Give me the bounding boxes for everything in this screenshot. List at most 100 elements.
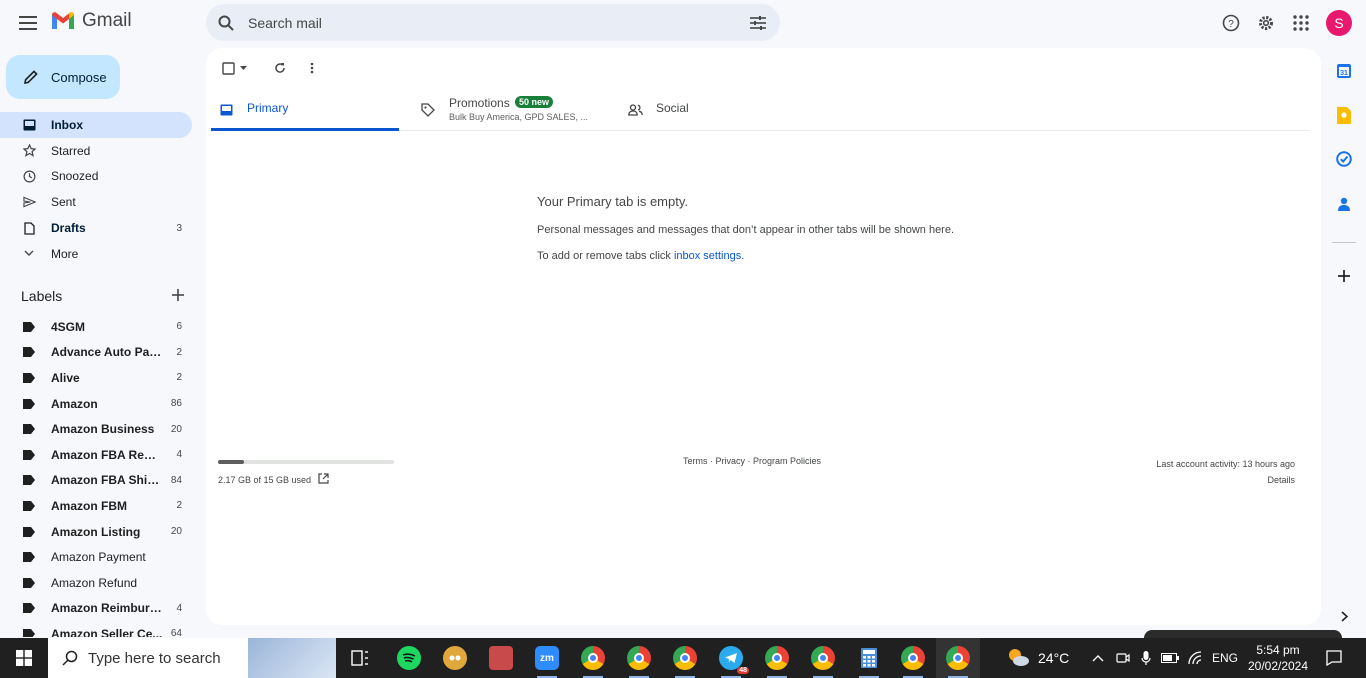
label-item[interactable]: Alive 2 xyxy=(0,365,192,391)
chrome-profile-m-icon[interactable] xyxy=(571,638,615,678)
compose-label: Compose xyxy=(51,69,107,85)
external-link-icon[interactable] xyxy=(318,473,329,486)
inbox-icon xyxy=(218,102,234,118)
tab-social[interactable]: Social xyxy=(624,92,814,131)
label-item[interactable]: Amazon Reimburs... 4 xyxy=(0,596,192,622)
nav-snoozed[interactable]: Snoozed xyxy=(0,164,192,190)
notification-center-icon[interactable] xyxy=(1322,638,1346,678)
nav-label: Sent xyxy=(51,195,76,210)
tab-promotions[interactable]: Promotions 50 new Bulk Buy America, GPD … xyxy=(417,92,607,131)
settings-gear-icon[interactable] xyxy=(1254,11,1278,35)
label-item[interactable]: Amazon Business 20 xyxy=(0,416,192,442)
show-hidden-icons-chevron-icon[interactable] xyxy=(1088,638,1108,678)
inbox-settings-link[interactable]: inbox settings xyxy=(674,250,741,262)
app-snipping-icon[interactable] xyxy=(479,638,523,678)
nav-label: Inbox xyxy=(51,117,83,132)
chrome-profile-r-icon[interactable] xyxy=(891,638,935,678)
label-tag-icon xyxy=(23,577,35,588)
task-view-icon[interactable] xyxy=(338,638,382,678)
label-item[interactable]: Amazon 86 xyxy=(0,391,192,417)
label-item[interactable]: Amazon FBA Remo... 4 xyxy=(0,442,192,468)
chrome-profile-m3-icon[interactable] xyxy=(801,638,845,678)
clock-icon xyxy=(22,169,36,183)
tab-primary[interactable]: Primary xyxy=(211,92,399,131)
label-item[interactable]: Advance Auto Parts 2 xyxy=(0,340,192,366)
refresh-icon[interactable] xyxy=(270,58,290,78)
windows-start-icon[interactable] xyxy=(0,638,48,678)
help-icon[interactable]: ? xyxy=(1219,11,1243,35)
terms-link[interactable]: Terms xyxy=(683,456,708,466)
chrome-profile-l-icon[interactable] xyxy=(755,638,799,678)
footer-links: Terms · Privacy · Program Policies xyxy=(683,456,821,466)
partly-cloudy-icon xyxy=(1006,647,1030,670)
spotify-icon[interactable] xyxy=(387,638,431,678)
taskbar-search[interactable]: Type here to search xyxy=(48,638,336,678)
keep-icon[interactable] xyxy=(1334,105,1354,125)
storage-bar-fill xyxy=(218,460,244,464)
search-input[interactable] xyxy=(248,14,728,31)
chrome-profile-m2-icon[interactable] xyxy=(663,638,707,678)
label-count: 84 xyxy=(170,474,182,486)
apps-grid-icon[interactable] xyxy=(1289,11,1313,35)
clock-time: 5:54 pm xyxy=(1256,643,1300,657)
battery-icon[interactable] xyxy=(1158,638,1182,678)
new-count-badge: 50 new xyxy=(515,96,554,108)
label-item[interactable]: Amazon Payment xyxy=(0,544,192,570)
account-avatar[interactable]: S xyxy=(1326,10,1352,36)
zoom-icon[interactable]: zm xyxy=(525,638,569,678)
gmail-logo[interactable]: Gmail xyxy=(50,10,132,32)
search-options-icon[interactable] xyxy=(748,13,768,33)
label-item[interactable]: Amazon Listing 20 xyxy=(0,519,192,545)
mailbox-nav: Inbox Starred Snoozed Sent Drafts 3 More xyxy=(0,112,192,267)
weather-widget[interactable]: 24°C xyxy=(1006,638,1069,678)
more-options-icon[interactable] xyxy=(302,58,322,78)
nav-sent[interactable]: Sent xyxy=(0,189,192,215)
wifi-icon[interactable] xyxy=(1184,638,1208,678)
calendar-icon[interactable]: 31 xyxy=(1334,61,1354,81)
last-activity-text: Last account activity: 13 hours ago xyxy=(1156,459,1295,469)
program-policies-link[interactable]: Program Policies xyxy=(753,456,821,466)
label-count: 20 xyxy=(170,423,182,435)
search-icon[interactable] xyxy=(216,13,236,33)
privacy-link[interactable]: Privacy xyxy=(716,456,746,466)
add-addon-icon[interactable] xyxy=(1334,266,1354,286)
label-count: 64 xyxy=(170,628,182,637)
label-item[interactable]: 4SGM 6 xyxy=(0,314,192,340)
nav-more[interactable]: More xyxy=(0,241,192,267)
app-character-icon[interactable] xyxy=(433,638,477,678)
contacts-icon[interactable] xyxy=(1334,194,1354,214)
nav-starred[interactable]: Starred xyxy=(0,138,192,164)
label-item[interactable]: Amazon Refund xyxy=(0,570,192,596)
account-activity: Last account activity: 13 hours ago Deta… xyxy=(1156,456,1295,488)
chevron-right-icon[interactable] xyxy=(1336,608,1352,624)
compose-button[interactable]: Compose xyxy=(6,55,120,99)
telegram-icon[interactable]: 48 xyxy=(709,638,753,678)
meet-now-icon[interactable] xyxy=(1112,638,1134,678)
select-dropdown-icon[interactable] xyxy=(238,58,248,78)
microphone-icon[interactable] xyxy=(1136,638,1156,678)
tasks-icon[interactable] xyxy=(1334,149,1354,169)
select-all-checkbox[interactable] xyxy=(218,58,238,78)
add-label-icon[interactable] xyxy=(169,286,187,304)
system-clock[interactable]: 5:54 pm 20/02/2024 xyxy=(1243,642,1313,674)
label-tag-icon xyxy=(23,424,35,435)
search-bar[interactable] xyxy=(206,4,780,41)
input-language[interactable]: ENG xyxy=(1210,638,1240,678)
main-menu-icon[interactable] xyxy=(16,11,40,35)
nav-drafts[interactable]: Drafts 3 xyxy=(0,215,192,241)
label-item[interactable]: Amazon Seller Ce... 64 xyxy=(0,621,192,637)
details-link[interactable]: Details xyxy=(1156,472,1295,488)
label-item[interactable]: Amazon FBM 2 xyxy=(0,493,192,519)
nav-inbox[interactable]: Inbox xyxy=(0,112,192,138)
windows-taskbar: Type here to search zm 48 24°C ENG 5:54 … xyxy=(0,638,1366,678)
main-panel: Primary Promotions 50 new Bulk Buy Ameri… xyxy=(206,48,1321,625)
storage-usage: 2.17 GB of 15 GB used xyxy=(218,460,394,486)
chrome-profile-s-icon[interactable] xyxy=(936,638,980,678)
calculator-icon[interactable] xyxy=(847,638,891,678)
chrome-profile-person-icon[interactable] xyxy=(617,638,661,678)
label-name: Amazon Reimburs... xyxy=(51,601,163,616)
label-tag-icon xyxy=(23,398,35,409)
label-tag-icon xyxy=(23,321,35,332)
label-item[interactable]: Amazon FBA Ship... 84 xyxy=(0,468,192,494)
label-name: Alive xyxy=(51,370,80,385)
